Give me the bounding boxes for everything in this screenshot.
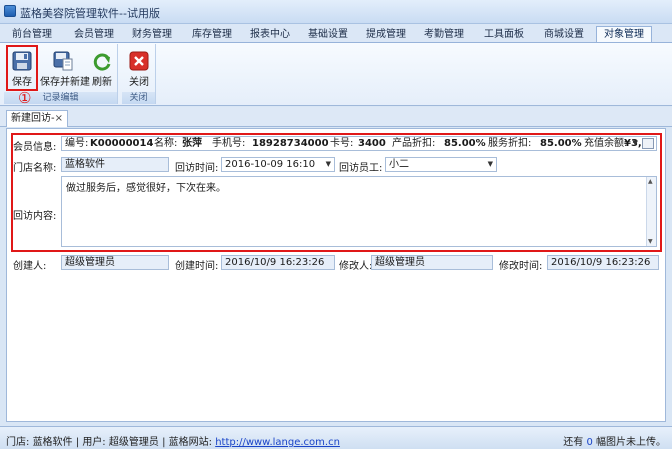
member-id-value: K00000014 bbox=[90, 138, 154, 149]
close-group-label: 关闭 bbox=[122, 92, 155, 104]
visit-content-label: 回访内容: bbox=[13, 211, 57, 222]
member-id-label: 编号: bbox=[65, 138, 89, 149]
modifier-field: 超级管理员 bbox=[371, 255, 493, 270]
window-title: 蓝格美容院管理软件--试用版 bbox=[20, 7, 160, 20]
doc-tab-new-visit[interactable]: 新建回访- × bbox=[6, 110, 68, 127]
modified-time-field: 2016/10/9 16:23:26 bbox=[547, 255, 659, 270]
visit-time-dropdown-icon[interactable]: ▼ bbox=[326, 158, 331, 171]
visit-content-scrollbar[interactable]: ▲ ▼ bbox=[646, 177, 656, 246]
close-button[interactable]: 关闭 bbox=[124, 47, 154, 90]
status-site-link[interactable]: http://www.lange.com.cn bbox=[215, 437, 340, 448]
modified-time-label: 修改时间: bbox=[499, 261, 543, 272]
visit-content-textarea[interactable]: 做过服务后，感觉很好，下次在来。 ▲ ▼ bbox=[61, 176, 657, 247]
creator-field: 超级管理员 bbox=[61, 255, 169, 270]
creator-label: 创建人: bbox=[13, 261, 47, 272]
save-new-icon bbox=[53, 51, 73, 71]
modifier-label: 修改人: bbox=[339, 261, 373, 272]
visit-time-value: 2016-10-09 16:10 bbox=[225, 159, 316, 170]
member-info-label: 会员信息: bbox=[13, 142, 57, 153]
member-phone-value: 18928734000 bbox=[252, 138, 329, 149]
refresh-button[interactable]: 刷新 bbox=[88, 47, 116, 90]
visit-staff-value: 小二 bbox=[389, 159, 409, 170]
visit-staff-select[interactable]: 小二 ▼ bbox=[385, 157, 497, 172]
main-tab-bar: 前台管理 会员管理 财务管理 库存管理 报表中心 基础设置 提成管理 考勤管理 … bbox=[0, 24, 672, 42]
member-card-icon[interactable] bbox=[642, 138, 654, 149]
tab-basic-settings[interactable]: 基础设置 bbox=[300, 26, 356, 42]
visit-time-picker[interactable]: 2016-10-09 16:10 ▼ bbox=[221, 157, 335, 172]
member-card-label: 卡号: bbox=[330, 138, 354, 149]
member-name-value: 张萍 bbox=[182, 138, 202, 149]
status-store-label: 门店: bbox=[6, 437, 30, 448]
status-bar: 门店: 蓝格软件 | 用户: 超级管理员 | 蓝格网站: http://www.… bbox=[0, 426, 672, 449]
doc-tab-close-icon[interactable]: × bbox=[55, 111, 63, 126]
member-phone-label: 手机号: bbox=[212, 138, 246, 149]
close-label: 关闭 bbox=[129, 77, 149, 88]
close-group: 关闭 关闭 bbox=[122, 44, 156, 104]
tab-mall-settings[interactable]: 商城设置 bbox=[536, 26, 592, 42]
tab-front-desk[interactable]: 前台管理 bbox=[6, 26, 58, 42]
refresh-label: 刷新 bbox=[92, 77, 112, 88]
status-store-value: 蓝格软件 bbox=[32, 437, 73, 448]
save-and-new-button[interactable]: 保存并新建 bbox=[40, 47, 90, 90]
upload-pre-text: 还有 bbox=[563, 437, 584, 448]
tab-commission[interactable]: 提成管理 bbox=[358, 26, 414, 42]
tab-object-management[interactable]: 对象管理 bbox=[596, 26, 652, 42]
tab-member[interactable]: 会员管理 bbox=[66, 26, 122, 42]
tab-tools[interactable]: 工具面板 bbox=[474, 26, 534, 42]
save-and-new-label: 保存并新建 bbox=[40, 77, 90, 88]
status-site-label: 蓝格网站: bbox=[168, 437, 212, 448]
balance-label: 充值余额: bbox=[584, 138, 628, 149]
product-discount-value: 85.00% bbox=[444, 138, 486, 149]
member-card-value: 3400 bbox=[358, 138, 386, 149]
service-discount-value: 85.00% bbox=[540, 138, 582, 149]
product-discount-label: 产品折扣: bbox=[392, 138, 436, 149]
upload-count: 0 bbox=[586, 437, 593, 448]
status-user-label: 用户: bbox=[82, 437, 106, 448]
status-left: 门店: 蓝格软件 | 用户: 超级管理员 | 蓝格网站: http://www.… bbox=[6, 437, 340, 448]
created-time-label: 创建时间: bbox=[175, 261, 219, 272]
visit-time-label: 回访时间: bbox=[175, 163, 219, 174]
scroll-up-icon[interactable]: ▲ bbox=[648, 178, 653, 185]
store-name-field[interactable]: 蓝格软件 bbox=[61, 157, 169, 172]
title-bar: 蓝格美容院管理软件--试用版 bbox=[0, 0, 672, 24]
tab-attendance[interactable]: 考勤管理 bbox=[416, 26, 472, 42]
tab-inventory[interactable]: 库存管理 bbox=[184, 26, 240, 42]
scroll-down-icon[interactable]: ▼ bbox=[648, 238, 653, 245]
ribbon: 保存 保存并新建 刷新 记录编辑 关闭 关闭 ① bbox=[0, 42, 672, 125]
created-time-field: 2016/10/9 16:23:26 bbox=[221, 255, 335, 270]
visit-staff-dropdown-icon[interactable]: ▼ bbox=[488, 158, 493, 171]
close-icon bbox=[129, 51, 149, 71]
annotation-one: ① bbox=[18, 89, 32, 107]
app-logo-icon bbox=[4, 5, 16, 17]
visit-staff-label: 回访员工: bbox=[339, 163, 383, 174]
tab-finance[interactable]: 财务管理 bbox=[124, 26, 180, 42]
status-user-value: 超级管理员 bbox=[108, 437, 159, 448]
visit-content-text: 做过服务后，感觉很好，下次在来。 bbox=[66, 183, 226, 194]
member-name-label: 名称: bbox=[154, 138, 178, 149]
save-highlight-box bbox=[6, 45, 38, 91]
tab-reports[interactable]: 报表中心 bbox=[242, 26, 298, 42]
refresh-icon bbox=[93, 53, 111, 71]
status-right: 还有 0 幅图片未上传。 bbox=[563, 433, 666, 448]
doc-tab-label: 新建回访- bbox=[11, 113, 55, 124]
upload-post-text: 幅图片未上传。 bbox=[596, 437, 666, 448]
member-info-field[interactable]: 编号: K00000014 名称: 张萍 手机号: 18928734000 卡号… bbox=[61, 136, 657, 151]
member-dropdown-icon[interactable]: ▼ bbox=[633, 137, 638, 150]
service-discount-label: 服务折扣: bbox=[488, 138, 532, 149]
store-name-label: 门店名称: bbox=[13, 163, 57, 174]
document-tab-strip: 新建回访- × bbox=[0, 107, 672, 127]
visit-form: 会员信息: 编号: K00000014 名称: 张萍 手机号: 18928734… bbox=[6, 128, 666, 422]
